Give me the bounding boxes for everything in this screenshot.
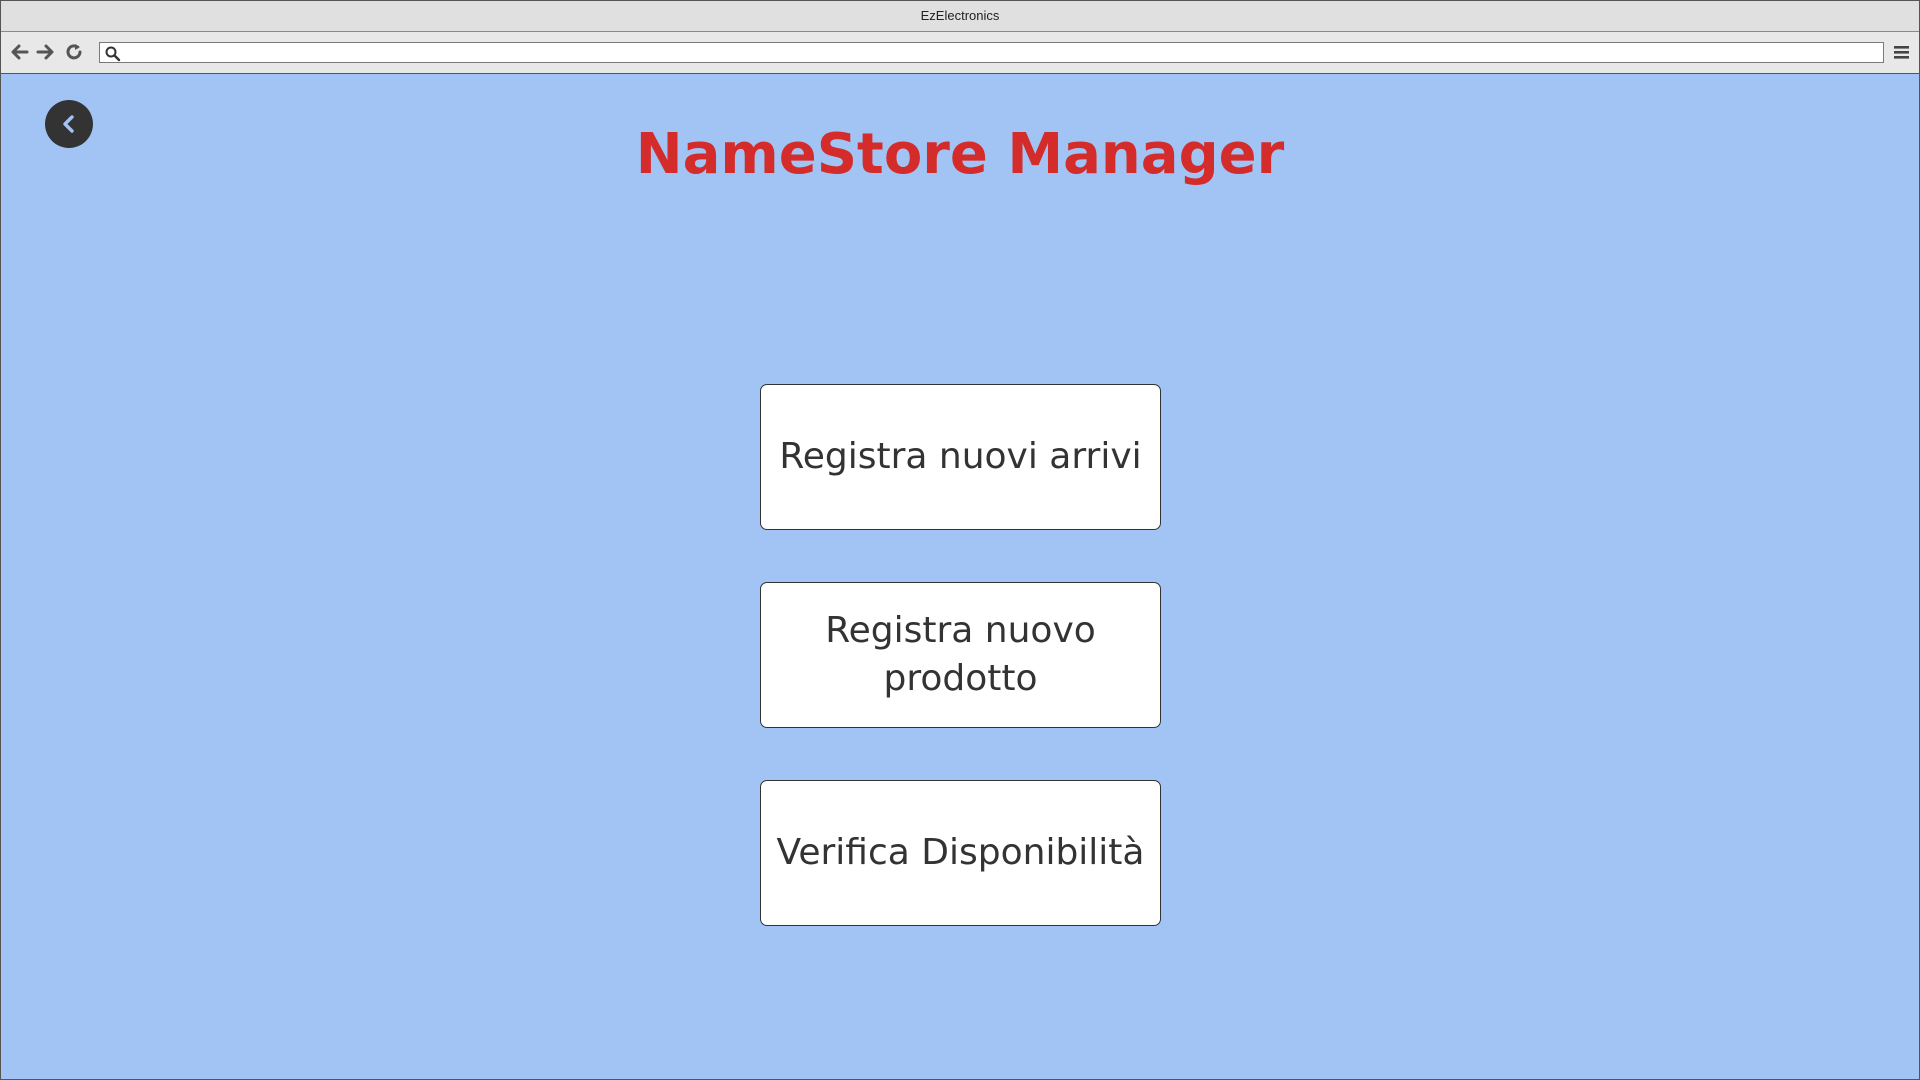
check-availability-button[interactable]: Verifica Disponibilità <box>760 780 1161 926</box>
search-icon <box>105 46 121 62</box>
page-title: NameStore Manager <box>635 122 1285 187</box>
main-content: NameStore Manager Registra nuovi arrivi … <box>1 74 1919 1079</box>
window-title: EzElectronics <box>1 1 1919 32</box>
forward-arrow-icon[interactable] <box>34 41 56 63</box>
browser-toolbar <box>1 32 1919 74</box>
register-new-arrivals-button[interactable]: Registra nuovi arrivi <box>760 384 1161 530</box>
hamburger-menu-icon[interactable] <box>1892 42 1912 62</box>
address-bar[interactable] <box>99 42 1884 63</box>
register-new-product-button[interactable]: Registra nuovo prodotto <box>760 582 1161 728</box>
reload-icon[interactable] <box>63 41 85 63</box>
back-arrow-icon[interactable] <box>9 41 31 63</box>
browser-window: EzElectronics NameStore Manager Registra… <box>0 0 1920 1080</box>
